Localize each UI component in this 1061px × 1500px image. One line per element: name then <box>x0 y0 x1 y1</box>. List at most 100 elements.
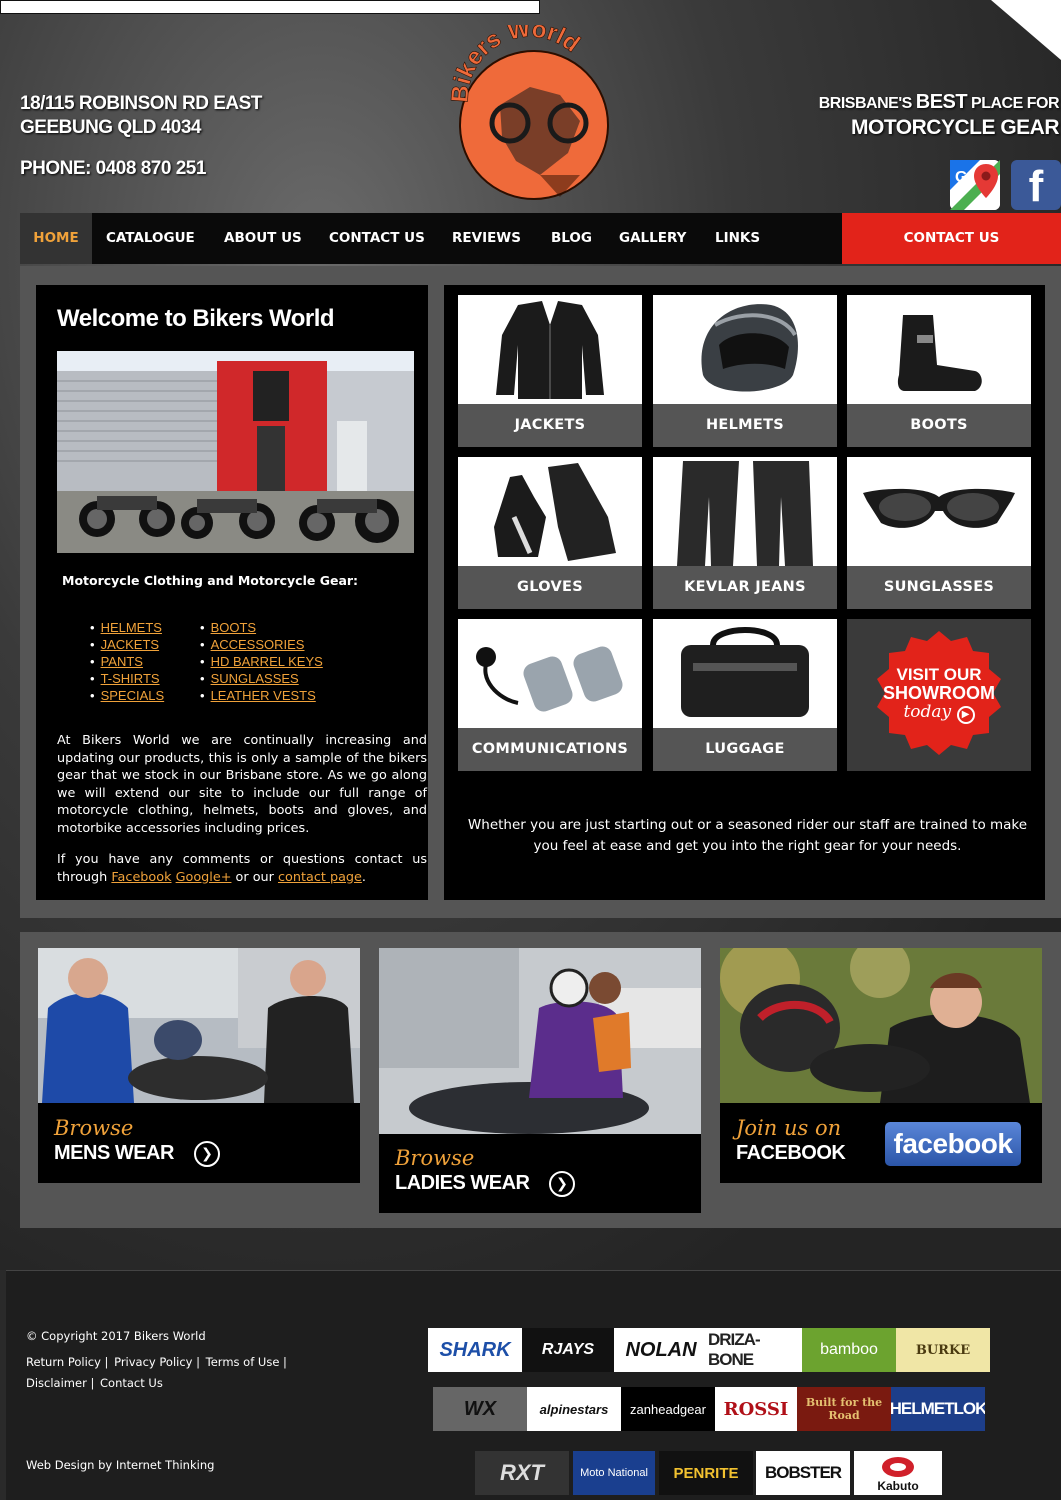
brand-burke-logo[interactable]: BURKE <box>896 1328 990 1372</box>
terms-of-use-link[interactable]: Terms of Use | <box>206 1355 287 1369</box>
tile-helmets[interactable]: HELMETS <box>653 295 837 447</box>
brand-alpinestars-logo[interactable]: alpinestars <box>527 1387 621 1431</box>
brand-zanheadgear-logo[interactable]: zanheadgear <box>621 1387 715 1431</box>
tile-jackets[interactable]: JACKETS <box>458 295 642 447</box>
tile-luggage[interactable]: LUGGAGE <box>653 619 837 771</box>
sunglasses-image <box>847 457 1031 566</box>
list-item: HD BARREL KEYS <box>200 653 323 670</box>
product-links-col-2: BOOTS ACCESSORIES HD BARREL KEYS SUNGLAS… <box>200 619 323 704</box>
tile-gloves[interactable]: GLOVES <box>458 457 642 609</box>
link-sunglasses[interactable]: SUNGLASSES <box>211 671 299 686</box>
facebook-button[interactable]: facebook <box>885 1122 1021 1166</box>
facebook-link[interactable]: Facebook <box>111 870 171 885</box>
store-phone: PHONE: 0408 870 251 <box>20 158 206 179</box>
mens-wear-photo <box>38 948 360 1103</box>
list-item: PANTS <box>90 653 164 670</box>
link-accessories[interactable]: ACCESSORIES <box>211 637 305 652</box>
tile-label: HELMETS <box>705 417 785 433</box>
list-item: SPECIALS <box>90 687 165 704</box>
browse-label: Browse <box>54 1116 134 1140</box>
nav-gallery[interactable]: GALLERY <box>619 213 686 264</box>
tile-communications[interactable]: COMMUNICATIONS <box>458 619 642 771</box>
web-design-credit: Web Design by Internet Thinking <box>26 1458 215 1472</box>
brand-built-for-the-road-logo[interactable]: Built for the Road <box>797 1387 891 1431</box>
contact-page-link[interactable]: contact page <box>278 870 362 885</box>
kevlar-jeans-image <box>653 457 837 566</box>
kabuto-mark-icon <box>882 1457 914 1477</box>
link-helmets[interactable]: HELMETS <box>101 620 162 635</box>
kabuto-label: Kabuto <box>877 1479 919 1493</box>
brand-wx-logo[interactable]: WX <box>433 1387 527 1431</box>
brand-helmetlok-logo[interactable]: HELMETLOK <box>891 1387 985 1431</box>
link-boots[interactable]: BOOTS <box>211 620 257 635</box>
footer: © Copyright 2017 Bikers World Return Pol… <box>6 1270 1061 1500</box>
nav-blog[interactable]: BLOG <box>551 213 592 264</box>
tagline-line-2: MOTORCYCLE GEAR <box>851 116 1059 139</box>
link-specials[interactable]: SPECIALS <box>101 688 165 703</box>
brand-moto-national-logo[interactable]: Moto National <box>573 1451 655 1495</box>
brand-shark-logo[interactable]: SHARK <box>428 1328 522 1372</box>
google-maps-icon[interactable]: G <box>950 160 1000 210</box>
brand-kabuto-logo[interactable]: Kabuto <box>854 1451 942 1495</box>
brand-rjays-logo[interactable]: RJAYS <box>522 1328 614 1372</box>
luggage-image <box>653 619 837 728</box>
brand-bamboo-logo[interactable]: bamboo <box>802 1328 896 1372</box>
link-hd-barrel-keys[interactable]: HD BARREL KEYS <box>211 654 323 669</box>
link-pants[interactable]: PANTS <box>101 654 143 669</box>
catalogue-intro: Whether you are just starting out or a s… <box>467 817 1028 854</box>
tile-sunglasses[interactable]: SUNGLASSES <box>847 457 1031 609</box>
boots-image <box>847 295 1031 404</box>
link-t-shirts[interactable]: T-SHIRTS <box>101 671 160 686</box>
store-address: 18/115 ROBINSON RD EAST GEEBUNG QLD 4034 <box>20 92 262 140</box>
contact-us-link[interactable]: Contact Us <box>100 1376 163 1390</box>
nav-about-us[interactable]: ABOUT US <box>224 213 302 264</box>
list-item: T-SHIRTS <box>90 670 164 687</box>
link-jackets[interactable]: JACKETS <box>101 637 160 652</box>
brand-penrite-logo[interactable]: PENRITE <box>659 1451 753 1495</box>
nav-reviews[interactable]: REVIEWS <box>452 213 521 264</box>
link-leather-vests[interactable]: LEATHER VESTS <box>211 688 316 703</box>
nav-links[interactable]: LINKS <box>715 213 760 264</box>
gloves-image <box>458 457 642 566</box>
bikers-world-logo[interactable]: Bikers World <box>440 25 620 205</box>
brand-nolan-logo[interactable]: NOLAN <box>614 1328 708 1372</box>
privacy-policy-link[interactable]: Privacy Policy | <box>114 1355 200 1369</box>
top-bar <box>0 0 540 14</box>
promo-ladies-wear[interactable]: Browse LADIES WEAR ❯ <box>379 948 701 1213</box>
brand-driza-bone-logo[interactable]: DRIZA-BONE <box>708 1328 802 1372</box>
intro-paragraph: At Bikers World we are continually incre… <box>57 733 427 836</box>
address-line-2: GEEBUNG QLD 4034 <box>20 117 201 138</box>
return-policy-link[interactable]: Return Policy | <box>26 1355 108 1369</box>
brand-rossi-logo[interactable]: ROSSI <box>715 1387 797 1431</box>
brand-rxt-logo[interactable]: RXT <box>475 1451 569 1495</box>
facebook-glyph: f <box>1028 162 1044 211</box>
arrow-right-icon: ▶ <box>956 706 975 724</box>
footer-links-row-1: Return Policy | Privacy Policy | Terms o… <box>26 1355 289 1369</box>
contact-text-end: . <box>361 869 366 885</box>
tile-label: JACKETS <box>514 417 586 433</box>
disclaimer-link[interactable]: Disclaimer | <box>26 1376 94 1390</box>
nav-catalogue[interactable]: CATALOGUE <box>106 213 195 264</box>
list-item: LEATHER VESTS <box>200 687 323 704</box>
join-us-label: Join us on <box>736 1116 842 1140</box>
promo-facebook[interactable]: Join us on FACEBOOK facebook <box>720 948 1042 1183</box>
mens-wear-title: MENS WEAR <box>54 1142 174 1164</box>
welcome-panel: Welcome to Bikers World Motorcycle Cloth… <box>36 285 428 900</box>
nav-home[interactable]: HOME <box>20 213 92 264</box>
tagline-pre: BRISBANE'S <box>818 95 913 112</box>
tile-kevlar-jeans[interactable]: KEVLAR JEANS <box>653 457 837 609</box>
contact-paragraph: If you have any comments or questions co… <box>57 851 427 886</box>
list-item: JACKETS <box>90 636 164 653</box>
contact-us-button[interactable]: CONTACT US <box>842 213 1061 264</box>
tile-boots[interactable]: BOOTS <box>847 295 1031 447</box>
nav-contact-us[interactable]: CONTACT US <box>329 213 425 264</box>
list-item: ACCESSORIES <box>200 636 323 653</box>
tile-label: BOOTS <box>910 417 968 433</box>
promo-mens-wear[interactable]: Browse MENS WEAR ❯ <box>38 948 360 1183</box>
arrow-right-icon: ❯ <box>194 1141 220 1167</box>
ladies-wear-photo <box>379 948 701 1134</box>
google-plus-link[interactable]: Google+ <box>176 870 232 885</box>
visit-showroom-badge[interactable]: VISIT OUR SHOWROOM today ▶ <box>847 619 1031 771</box>
brand-bobster-logo[interactable]: BOBSTER <box>756 1451 850 1495</box>
facebook-icon[interactable]: f <box>1011 160 1061 211</box>
